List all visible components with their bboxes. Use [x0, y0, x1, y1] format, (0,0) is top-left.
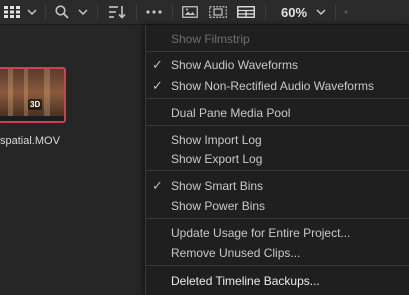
menu-item-label: Show Filmstrip [171, 32, 250, 46]
menu-separator [146, 51, 409, 52]
filmstrip-view-icon[interactable] [206, 0, 230, 24]
menu-item-show-smart-bins[interactable]: ✓ Show Smart Bins [146, 176, 409, 195]
menu-item-show-import-log[interactable]: Show Import Log [146, 130, 409, 149]
chevron-down-icon[interactable] [24, 0, 40, 24]
menu-item-label: Show Audio Waveforms [171, 58, 298, 72]
grid-view-icon[interactable] [0, 0, 24, 24]
toolbar-divider [45, 4, 46, 20]
thumbnail-detail [44, 69, 50, 121]
menu-item-show-filmstrip[interactable]: Show Filmstrip [146, 29, 409, 48]
media-pool-options-menu: Show Filmstrip ✓ Show Audio Waveforms ✓ … [145, 25, 409, 295]
menu-item-show-audio-waveforms[interactable]: ✓ Show Audio Waveforms [146, 55, 409, 74]
menu-item-dual-pane-media-pool[interactable]: Dual Pane Media Pool [146, 103, 409, 122]
menu-separator [146, 265, 409, 266]
media-pool-panel: 3D spatial.MOV [0, 25, 145, 295]
menu-item-show-export-log[interactable]: Show Export Log [146, 149, 409, 168]
menu-item-update-usage[interactable]: Update Usage for Entire Project... [146, 223, 409, 242]
chevron-down-icon[interactable] [313, 0, 329, 24]
sort-icon[interactable] [105, 0, 129, 24]
stereo-3d-badge: 3D [28, 99, 43, 110]
menu-item-label: Show Smart Bins [171, 179, 264, 193]
clip-name: spatial.MOV [0, 135, 60, 147]
menu-item-label: Deleted Timeline Backups... [171, 274, 320, 288]
menu-item-label: Dual Pane Media Pool [171, 106, 291, 120]
menu-separator [146, 125, 409, 126]
menu-separator [146, 218, 409, 219]
toolbar-divider [136, 4, 137, 20]
menu-item-label: Show Non-Rectified Audio Waveforms [171, 79, 374, 93]
toolbar-divider [97, 4, 98, 20]
thumbnail-detail [8, 69, 13, 121]
menu-item-remove-unused-clips[interactable]: Remove Unused Clips... [146, 243, 409, 262]
zoom-level[interactable]: 60% [276, 0, 312, 24]
menu-item-show-power-bins[interactable]: Show Power Bins [146, 196, 409, 215]
toolbar-divider [172, 4, 173, 20]
search-icon[interactable] [51, 0, 73, 24]
menu-item-label: Show Import Log [171, 133, 262, 147]
menu-separator [146, 98, 409, 99]
menu-separator [146, 170, 409, 171]
checkmark-icon: ✓ [152, 178, 163, 193]
menu-item-label: Remove Unused Clips... [171, 246, 301, 260]
menu-item-label: Show Power Bins [171, 199, 266, 213]
slider-handle-icon[interactable] [341, 0, 351, 24]
menu-item-show-non-rectified-audio-waveforms[interactable]: ✓ Show Non-Rectified Audio Waveforms [146, 76, 409, 95]
toolbar-divider [335, 4, 336, 20]
toolbar-divider [265, 4, 266, 20]
list-view-icon[interactable] [234, 0, 258, 24]
menu-item-deleted-timeline-backups[interactable]: Deleted Timeline Backups... [146, 271, 409, 290]
menu-item-label: Update Usage for Entire Project... [171, 226, 351, 240]
chevron-down-icon[interactable] [75, 0, 91, 24]
checkmark-icon: ✓ [152, 78, 163, 93]
thumbnail-detail [24, 69, 28, 121]
clip-thumbnail[interactable]: 3D [0, 67, 66, 123]
clip-view-icon[interactable] [178, 0, 202, 24]
checkmark-icon: ✓ [152, 57, 163, 72]
menu-item-label: Show Export Log [171, 152, 263, 166]
audio-bar [0, 116, 64, 121]
more-options-icon[interactable] [142, 0, 166, 24]
media-pool-toolbar: 60% [0, 0, 409, 25]
